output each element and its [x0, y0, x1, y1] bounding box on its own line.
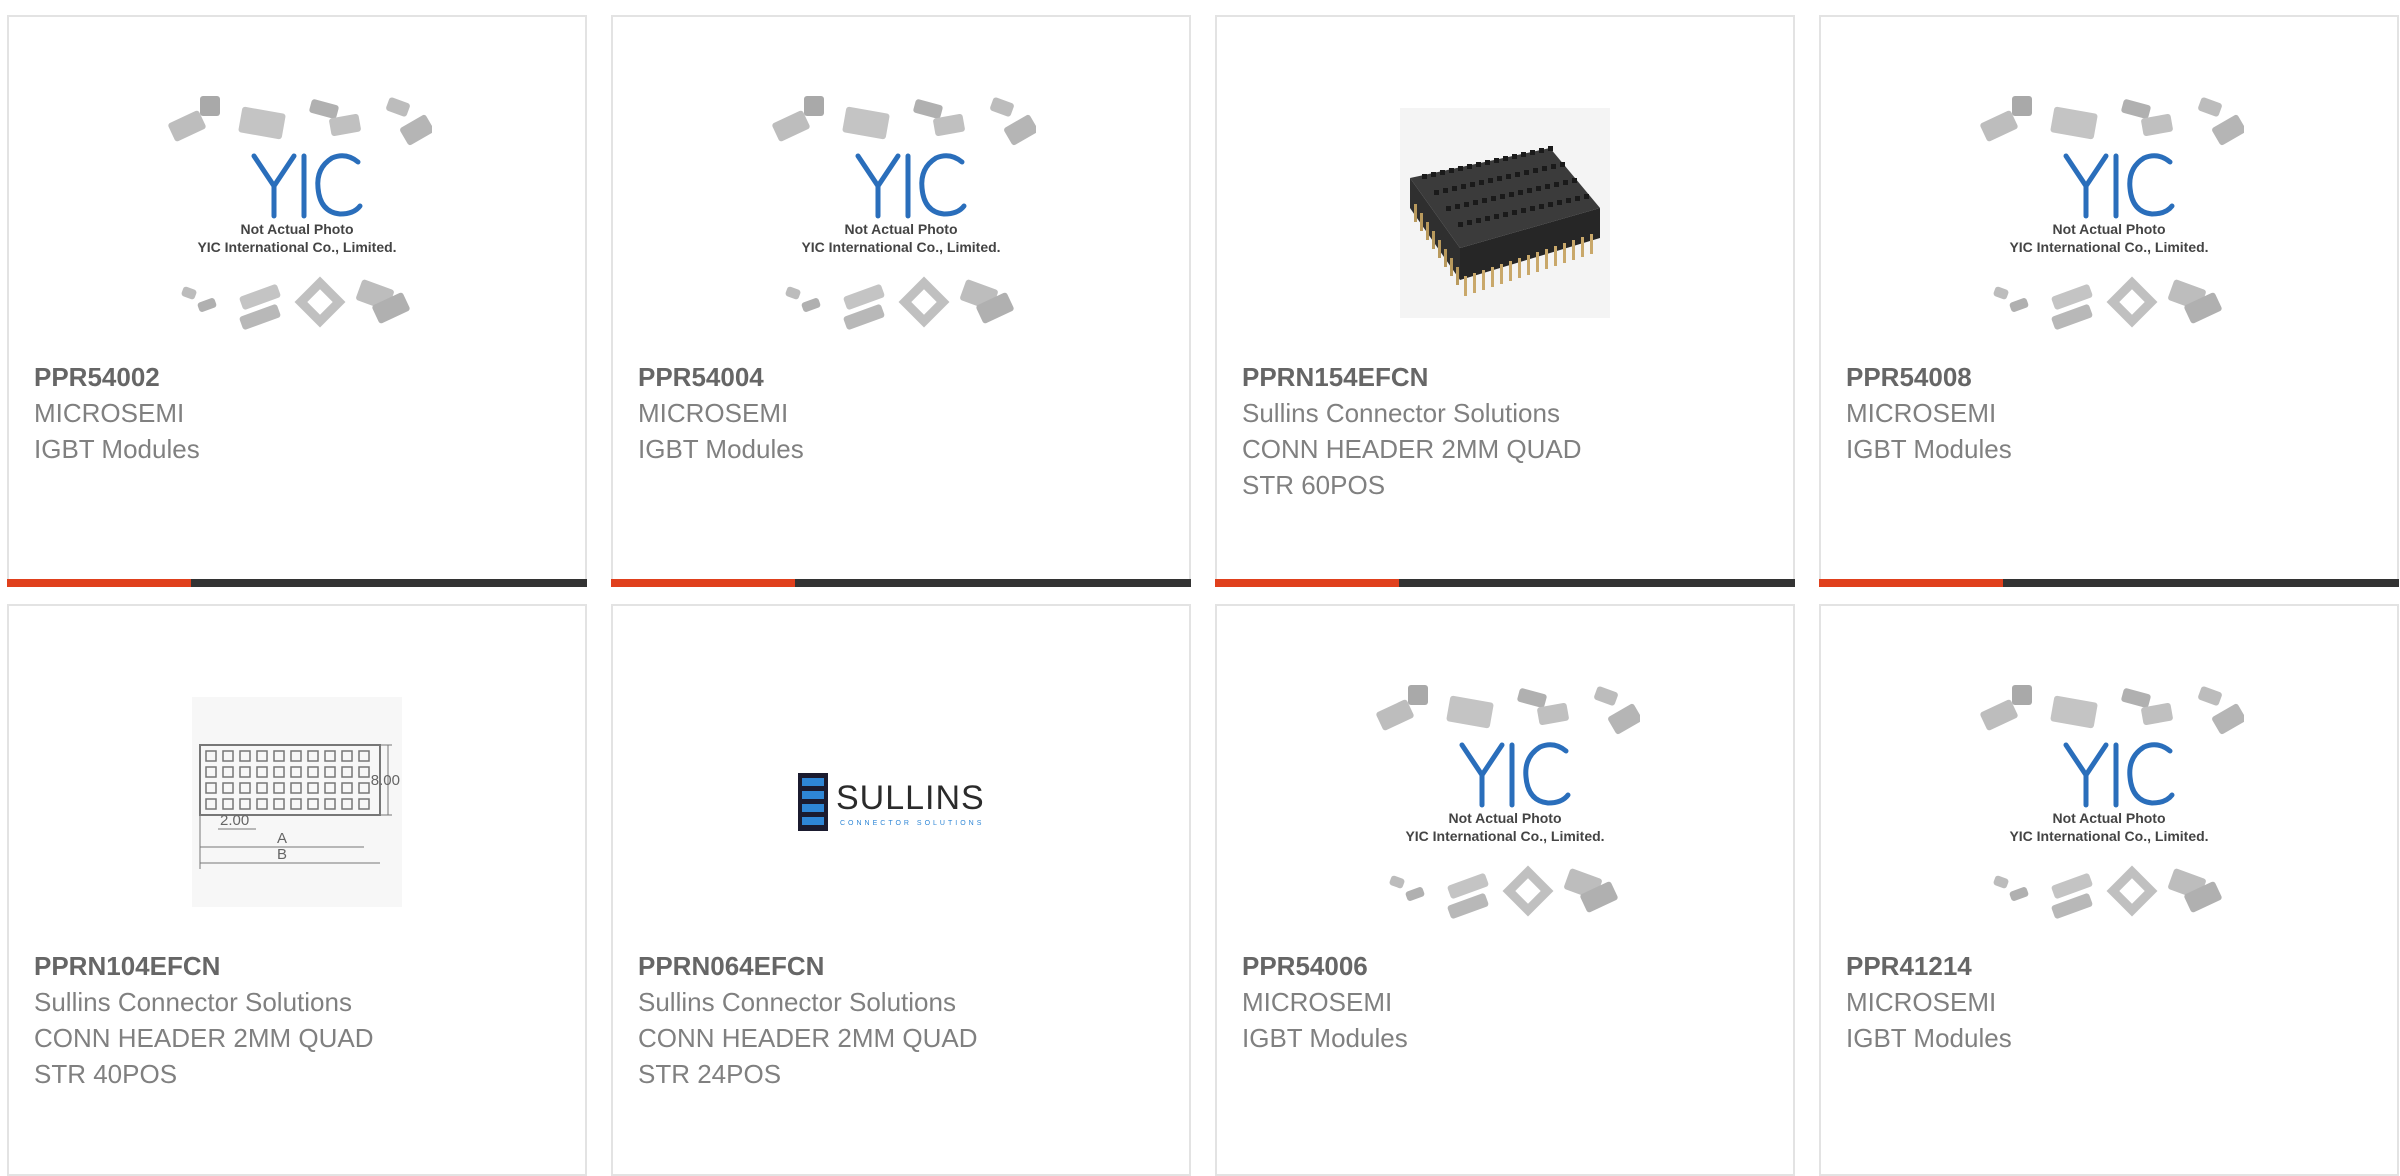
description: IGBT Modules: [34, 431, 560, 467]
description-line: CONN HEADER 2MM QUAD: [638, 1023, 978, 1053]
part-number[interactable]: PPRN154EFCN: [1242, 359, 1768, 395]
manufacturer: MICROSEMI: [1846, 987, 1997, 1017]
dimension-drawing-icon: 8.00 2.00 AB: [192, 697, 402, 907]
svg-text:YIC International Co., Limited: YIC International Co., Limited.: [197, 239, 396, 255]
card-accent-bar: [611, 579, 795, 587]
description-line: CONN HEADER 2MM QUAD: [1242, 434, 1582, 464]
description-line: STR 60POS: [1242, 470, 1386, 500]
manufacturer: MICROSEMI: [1242, 987, 1393, 1017]
description: IGBT Modules: [1242, 1020, 1768, 1056]
yic-placeholder-icon: Not Actual Photo YIC International Co., L…: [168, 96, 432, 330]
card-bottom-bar: [611, 579, 1191, 587]
svg-text:YIC International Co., Limited: YIC International Co., Limited.: [801, 239, 1000, 255]
description-line: STR 24POS: [638, 1059, 782, 1089]
description: IGBT Modules: [1846, 431, 2372, 467]
card-bottom-bar: [7, 579, 587, 587]
svg-text:B: B: [277, 846, 287, 863]
description: CONN HEADER 2MM QUAD STR 60POS: [1242, 431, 1768, 503]
card-bottom-bar: [1819, 579, 2399, 587]
manufacturer: Sullins Connector Solutions: [34, 987, 352, 1017]
product-card-ppr54008[interactable]: Not Actual Photo YIC International Co., L…: [1819, 15, 2399, 587]
svg-text:A: A: [277, 830, 287, 847]
product-image[interactable]: Not Actual Photo YIC International Co., L…: [1217, 656, 1793, 948]
part-number[interactable]: PPR54002: [34, 359, 560, 395]
product-card-pprn064efcn[interactable]: SULLINS CONNECTOR SOLUTIONS PPRN064EFCN S…: [611, 604, 1191, 1176]
product-info: PPR54006 MICROSEMI IGBT Modules: [1242, 948, 1768, 1056]
product-info: PPRN064EFCN Sullins Connector Solutions …: [638, 948, 1164, 1092]
card-accent-bar: [7, 579, 191, 587]
svg-text:YIC International Co., Limited: YIC International Co., Limited.: [1405, 828, 1604, 844]
description-line: IGBT Modules: [1846, 1023, 2012, 1053]
part-number[interactable]: PPRN104EFCN: [34, 948, 560, 984]
card-bottom-bar: [1215, 579, 1795, 587]
card-accent-bar: [1215, 579, 1399, 587]
description-line: IGBT Modules: [638, 434, 804, 464]
svg-text:YIC International Co., Limited: YIC International Co., Limited.: [2009, 828, 2208, 844]
description: IGBT Modules: [1846, 1020, 2372, 1056]
svg-text:Not Actual Photo: Not Actual Photo: [240, 221, 353, 237]
svg-text:Not Actual Photo: Not Actual Photo: [1448, 810, 1561, 826]
product-card-ppr54006[interactable]: Not Actual Photo YIC International Co., L…: [1215, 604, 1795, 1176]
part-number[interactable]: PPRN064EFCN: [638, 948, 1164, 984]
part-number[interactable]: PPR54006: [1242, 948, 1768, 984]
product-card-ppr41214[interactable]: Not Actual Photo YIC International Co., L…: [1819, 604, 2399, 1176]
product-image[interactable]: Not Actual Photo YIC International Co., L…: [613, 67, 1189, 359]
svg-text:8.00: 8.00: [371, 772, 400, 789]
product-card-ppr54002[interactable]: Not Actual Photo YIC International Co., L…: [7, 15, 587, 587]
product-info: PPRN154EFCN Sullins Connector Solutions …: [1242, 359, 1768, 503]
yic-placeholder-icon: Not Actual Photo YIC International Co., L…: [1376, 685, 1640, 919]
yic-placeholder-icon: Not Actual Photo YIC International Co., L…: [1980, 96, 2244, 330]
svg-text:SULLINS: SULLINS: [836, 779, 985, 817]
yic-placeholder-icon: Not Actual Photo YIC International Co., L…: [1980, 685, 2244, 919]
svg-text:YIC International Co., Limited: YIC International Co., Limited.: [2009, 239, 2208, 255]
manufacturer: MICROSEMI: [34, 398, 185, 428]
svg-text:Not Actual Photo: Not Actual Photo: [2052, 221, 2165, 237]
sullins-logo-icon: SULLINS CONNECTOR SOLUTIONS: [798, 773, 985, 831]
part-number[interactable]: PPR54008: [1846, 359, 2372, 395]
yic-placeholder-icon: Not Actual Photo YIC International Co., L…: [772, 96, 1036, 330]
product-image[interactable]: SULLINS CONNECTOR SOLUTIONS: [613, 656, 1189, 948]
description-line: IGBT Modules: [1846, 434, 2012, 464]
product-info: PPR41214 MICROSEMI IGBT Modules: [1846, 948, 2372, 1056]
product-info: PPR54008 MICROSEMI IGBT Modules: [1846, 359, 2372, 467]
product-card-pprn154efcn[interactable]: PPRN154EFCN Sullins Connector Solutions …: [1215, 15, 1795, 587]
description-line: IGBT Modules: [34, 434, 200, 464]
product-image[interactable]: Not Actual Photo YIC International Co., L…: [1821, 656, 2397, 948]
product-info: PPR54002 MICROSEMI IGBT Modules: [34, 359, 560, 467]
product-image[interactable]: [1217, 67, 1793, 359]
manufacturer: Sullins Connector Solutions: [1242, 398, 1560, 428]
manufacturer: Sullins Connector Solutions: [638, 987, 956, 1017]
description: CONN HEADER 2MM QUAD STR 24POS: [638, 1020, 1164, 1092]
manufacturer: MICROSEMI: [638, 398, 789, 428]
description-line: CONN HEADER 2MM QUAD: [34, 1023, 374, 1053]
description: CONN HEADER 2MM QUAD STR 40POS: [34, 1020, 560, 1092]
part-number[interactable]: PPR41214: [1846, 948, 2372, 984]
part-number[interactable]: PPR54004: [638, 359, 1164, 395]
manufacturer: MICROSEMI: [1846, 398, 1997, 428]
product-grid: Not Actual Photo YIC International Co., L…: [7, 15, 2399, 1176]
product-image[interactable]: 8.00 2.00 A B: [9, 656, 585, 948]
description-line: IGBT Modules: [1242, 1023, 1408, 1053]
product-card-ppr54004[interactable]: Not Actual Photo YIC International Co., L…: [611, 15, 1191, 587]
svg-text:2.00: 2.00: [220, 812, 249, 829]
card-accent-bar: [1819, 579, 2003, 587]
description-line: STR 40POS: [34, 1059, 178, 1089]
product-info: PPRN104EFCN Sullins Connector Solutions …: [34, 948, 560, 1092]
svg-text:Not Actual Photo: Not Actual Photo: [2052, 810, 2165, 826]
svg-text:Not Actual Photo: Not Actual Photo: [844, 221, 957, 237]
product-image[interactable]: Not Actual Photo YIC International Co., L…: [9, 67, 585, 359]
product-image[interactable]: Not Actual Photo YIC International Co., L…: [1821, 67, 2397, 359]
description: IGBT Modules: [638, 431, 1164, 467]
product-card-pprn104efcn[interactable]: 8.00 2.00 A B PPRN104EFCN Sullins Connector…: [7, 604, 587, 1176]
svg-text:CONNECTOR SOLUTIONS: CONNECTOR SOLUTIONS: [840, 820, 984, 827]
header-connector-icon: [1400, 108, 1610, 318]
product-info: PPR54004 MICROSEMI IGBT Modules: [638, 359, 1164, 467]
